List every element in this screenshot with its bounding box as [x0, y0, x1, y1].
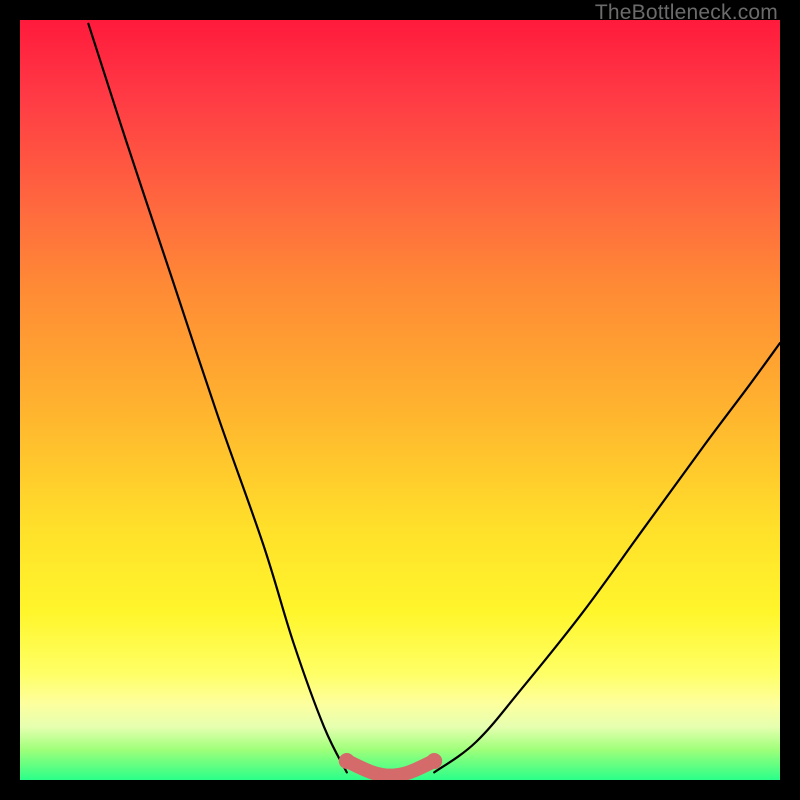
right-curve [434, 343, 780, 772]
chart-frame: TheBottleneck.com [0, 0, 800, 800]
bottom-band-endpoint [339, 753, 355, 769]
chart-svg [20, 20, 780, 780]
left-curve [88, 24, 346, 773]
bottom-band [347, 761, 434, 776]
plot-area [20, 20, 780, 780]
bottom-band-endpoint [426, 753, 442, 769]
